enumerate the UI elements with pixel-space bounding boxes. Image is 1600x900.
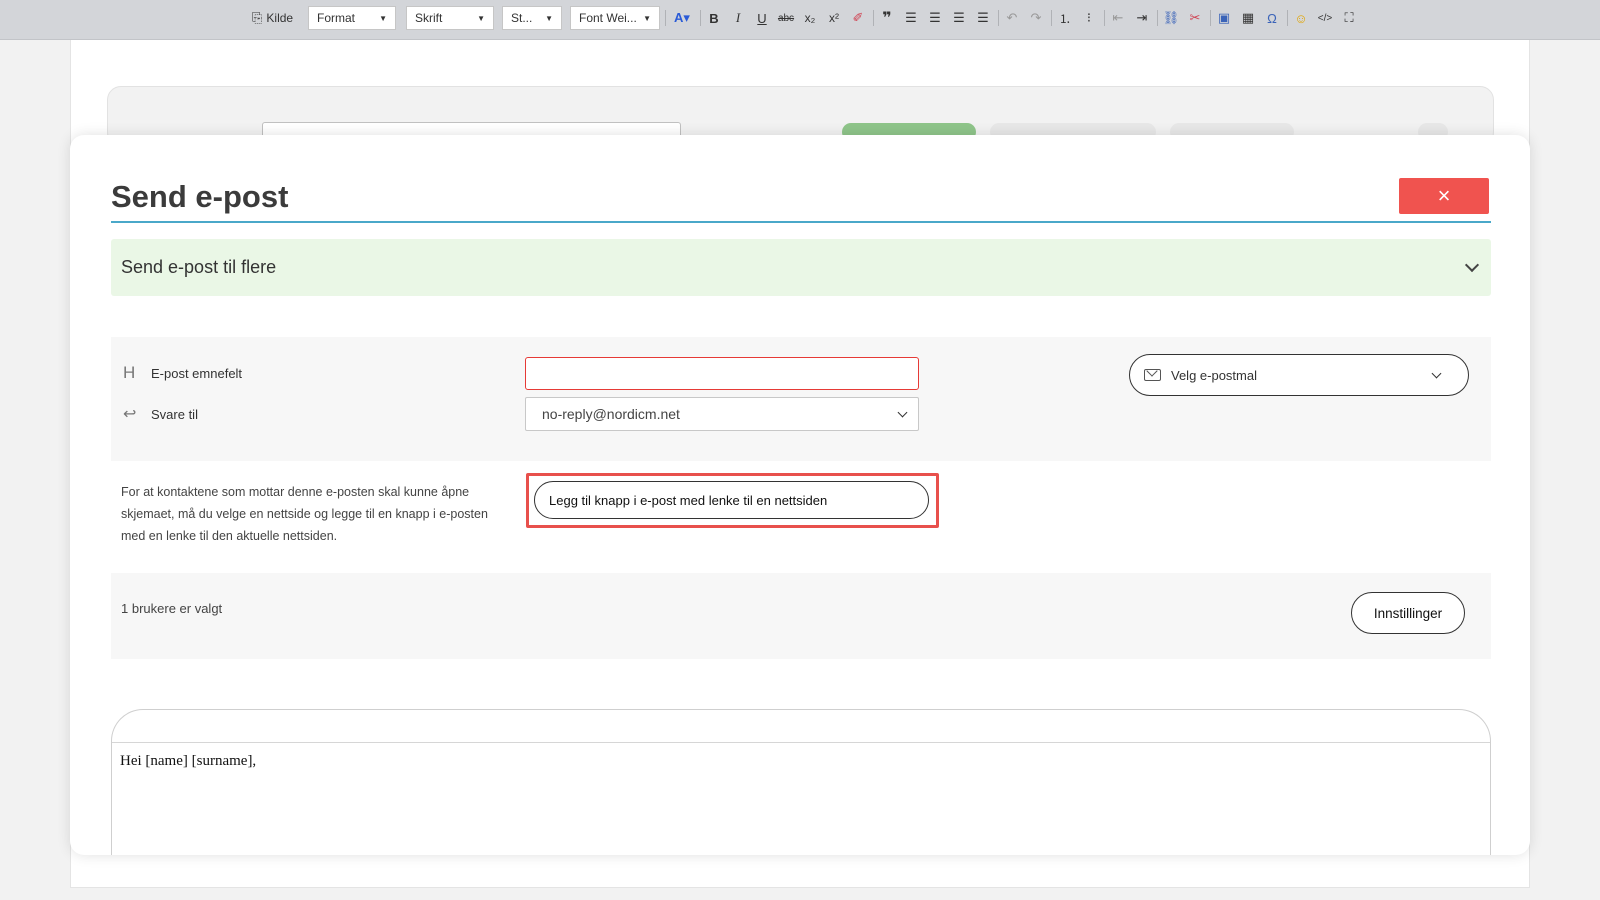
font-dropdown[interactable]: Skrift ▼ <box>406 6 494 30</box>
italic-icon[interactable]: I <box>727 6 749 30</box>
strikethrough-icon[interactable]: abc <box>775 6 797 30</box>
modal-title: Send e-post <box>111 179 289 214</box>
choose-template-button[interactable]: Velg e-postmal <box>1129 354 1469 396</box>
subject-row-label: H E-post emnefelt <box>123 363 242 383</box>
numbered-list-icon[interactable]: ⒈ <box>1054 6 1076 30</box>
subject-label: E-post emnefelt <box>151 365 243 381</box>
redo-icon[interactable]: ↷ <box>1025 6 1047 30</box>
source-button[interactable]: ⎘ Kilde <box>252 6 293 30</box>
superscript-icon[interactable]: x² <box>823 6 845 30</box>
dropdown-arrow-icon: ▼ <box>643 13 651 23</box>
emoji-icon[interactable]: ☺ <box>1290 6 1312 30</box>
subscript-icon[interactable]: x₂ <box>799 6 821 30</box>
send-email-modal: Send e-post × Send e-post til flere H E-… <box>70 135 1530 855</box>
format-dropdown[interactable]: Format ▼ <box>308 6 396 30</box>
settings-button[interactable]: Innstillinger <box>1351 592 1465 634</box>
settings-label: Innstillinger <box>1373 605 1443 621</box>
special-chars-icon[interactable]: Ω <box>1261 6 1283 30</box>
editor-content[interactable]: Hei [name] [surname], <box>112 743 1490 780</box>
size-dropdown[interactable]: St... ▼ <box>502 6 562 30</box>
font-weight-label: Font Wei... <box>579 11 637 25</box>
blockquote-icon[interactable]: ❞ <box>876 6 898 30</box>
email-body-editor[interactable]: Hei [name] [surname], <box>111 709 1491 855</box>
font-color-icon[interactable]: A▾ <box>668 6 696 30</box>
reply-icon: ↩ <box>123 406 137 423</box>
rich-text-toolbar: ⎘ Kilde Format ▼ Skrift ▼ St... ▼ Font W… <box>0 0 1600 40</box>
info-text: For at kontaktene som mottar denne e-pos… <box>121 485 488 543</box>
users-selected-count: 1 brukere er valgt <box>121 601 223 616</box>
chevron-down-icon <box>1431 368 1442 378</box>
heading-icon: H <box>123 363 136 382</box>
mail-icon <box>1144 369 1161 381</box>
source-icon: ⎘ <box>252 10 263 25</box>
email-form-panel: H E-post emnefelt ↩ Svare til no-reply@n… <box>111 337 1491 461</box>
remove-format-icon[interactable]: ✐ <box>847 6 869 30</box>
bold-icon[interactable]: B <box>703 6 725 30</box>
reply-to-label: Svare til <box>151 406 198 422</box>
add-link-button[interactable]: Legg til knapp i e-post med lenke til en… <box>534 481 929 519</box>
align-right-icon[interactable]: ☰ <box>948 6 970 30</box>
dropdown-arrow-icon: ▼ <box>477 13 485 23</box>
link-icon[interactable]: ⛓ <box>1160 6 1182 30</box>
close-button[interactable]: × <box>1399 178 1489 214</box>
subject-input[interactable] <box>525 357 919 390</box>
bulleted-list-icon[interactable]: ⁝ <box>1078 6 1100 30</box>
outdent-icon[interactable]: ⇤ <box>1107 6 1129 30</box>
align-center-icon[interactable]: ☰ <box>924 6 946 30</box>
reply-to-value: no-reply@nordicm.net <box>542 406 680 422</box>
close-icon: × <box>1437 183 1451 208</box>
size-label: St... <box>511 11 533 25</box>
font-weight-dropdown[interactable]: Font Wei... ▼ <box>570 6 660 30</box>
dropdown-arrow-icon: ▼ <box>545 13 553 23</box>
font-label: Skrift <box>415 11 443 25</box>
source-code-icon[interactable]: </> <box>1314 6 1336 30</box>
underline-icon[interactable]: U <box>751 6 773 30</box>
add-link-label: Legg til knapp i e-post med lenke til en… <box>549 492 828 508</box>
justify-icon[interactable]: ☰ <box>972 6 994 30</box>
maximize-icon[interactable]: ⛶ <box>1338 6 1360 30</box>
accordion-label: Send e-post til flere <box>121 257 277 277</box>
chevron-down-icon <box>897 407 908 417</box>
format-label: Format <box>317 11 356 25</box>
indent-icon[interactable]: ⇥ <box>1131 6 1153 30</box>
selected-users-panel: 1 brukere er valgt Innstillinger <box>111 573 1491 659</box>
choose-template-label: Velg e-postmal <box>1171 367 1257 383</box>
reply-to-select[interactable]: no-reply@nordicm.net <box>525 397 919 431</box>
chevron-down-icon <box>1464 257 1480 273</box>
image-icon[interactable]: ▣ <box>1213 6 1235 30</box>
table-icon[interactable]: ▦ <box>1237 6 1259 30</box>
dropdown-arrow-icon: ▼ <box>379 13 387 23</box>
title-divider <box>111 221 1491 223</box>
undo-icon[interactable]: ↶ <box>1001 6 1023 30</box>
unlink-icon[interactable]: ✂ <box>1184 6 1206 30</box>
editor-toolbar <box>112 710 1490 743</box>
send-to-many-accordion[interactable]: Send e-post til flere <box>111 239 1491 296</box>
align-left-icon[interactable]: ☰ <box>900 6 922 30</box>
reply-to-row-label: ↩ Svare til <box>123 404 198 424</box>
source-label: Kilde <box>266 11 294 25</box>
